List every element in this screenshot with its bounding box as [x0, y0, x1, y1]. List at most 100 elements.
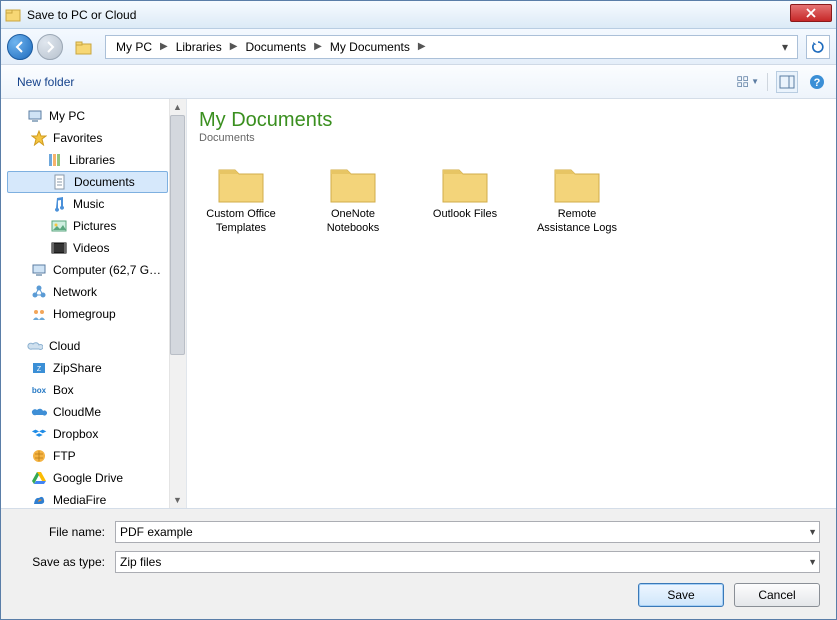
scrollbar-thumb[interactable]	[170, 115, 185, 355]
dropbox-icon	[31, 426, 47, 442]
chevron-down-icon: ▼	[751, 77, 759, 86]
folder-icon	[553, 162, 601, 204]
tree-label: Google Drive	[53, 471, 123, 485]
tree-item-ftp[interactable]: FTP	[5, 445, 186, 467]
svg-text:?: ?	[814, 77, 821, 89]
tree-label: Computer (62,7 GB free)	[53, 263, 163, 277]
tree-item-music[interactable]: Music	[5, 193, 186, 215]
save-dialog-window: Save to PC or Cloud My PC ▶ Libraries ▶ …	[0, 0, 837, 620]
tree-label: Pictures	[73, 219, 116, 233]
tree-item-cloudme[interactable]: CloudMe	[5, 401, 186, 423]
box-icon: box	[31, 382, 47, 398]
breadcrumb-dropdown[interactable]: ▾	[777, 40, 793, 54]
tree-label: MediaFire	[53, 493, 106, 507]
titlebar: Save to PC or Cloud	[1, 1, 836, 29]
tree-item-homegroup[interactable]: Homegroup	[5, 303, 186, 325]
help-icon: ?	[809, 74, 825, 90]
scroll-up-icon[interactable]: ▲	[169, 99, 186, 115]
dialog-footer: File name: PDF example ▼ Save as type: Z…	[1, 509, 836, 619]
chevron-right-icon: ▶	[228, 41, 240, 52]
app-icon	[5, 7, 21, 23]
new-folder-button[interactable]: New folder	[9, 71, 82, 93]
ftp-icon	[31, 448, 47, 464]
saveastype-select[interactable]: Zip files ▼	[115, 551, 820, 573]
filename-row: File name: PDF example ▼	[17, 521, 820, 543]
help-button[interactable]: ?	[806, 71, 828, 93]
tree-item-favorites[interactable]: Favorites	[5, 127, 186, 149]
breadcrumb-item[interactable]: Libraries	[170, 36, 228, 58]
tree-item-zipshare[interactable]: Z ZipShare	[5, 357, 186, 379]
tree-label: Cloud	[49, 339, 80, 353]
tree-item-mediafire[interactable]: MediaFire	[5, 489, 186, 508]
tree-label: Music	[73, 197, 104, 211]
folder-item[interactable]: Custom Office Templates	[199, 162, 283, 236]
document-icon	[52, 174, 68, 190]
tree-label: Documents	[74, 175, 135, 189]
tree-item-videos[interactable]: Videos	[5, 237, 186, 259]
folder-item[interactable]: Outlook Files	[423, 162, 507, 236]
breadcrumb-item[interactable]: Documents	[239, 36, 312, 58]
zipshare-icon: Z	[31, 360, 47, 376]
refresh-icon	[811, 40, 825, 54]
computer-icon	[27, 108, 43, 124]
tree-item-computer[interactable]: Computer (62,7 GB free)	[5, 259, 186, 281]
preview-pane-icon	[779, 75, 795, 89]
tree-item-network[interactable]: Network	[5, 281, 186, 303]
location-subheading: Documents	[199, 132, 824, 144]
breadcrumb-item[interactable]: My PC	[110, 36, 158, 58]
chevron-down-icon[interactable]: ▼	[808, 557, 817, 567]
breadcrumb-item[interactable]: My Documents	[324, 36, 416, 58]
tree-label: My PC	[49, 109, 85, 123]
dialog-buttons: Save Cancel	[17, 583, 820, 607]
homegroup-icon	[31, 306, 47, 322]
cancel-button[interactable]: Cancel	[734, 583, 820, 607]
music-icon	[51, 196, 67, 212]
folder-label: Custom Office Templates	[199, 208, 283, 236]
folder-item[interactable]: Remote Assistance Logs	[535, 162, 619, 236]
saveastype-label: Save as type:	[17, 555, 115, 569]
folder-icon	[217, 162, 265, 204]
tree-item-libraries[interactable]: Libraries	[5, 149, 186, 171]
close-button[interactable]	[790, 4, 832, 22]
folder-icon	[329, 162, 377, 204]
preview-pane-button[interactable]	[776, 71, 798, 93]
tree-item-pictures[interactable]: Pictures	[5, 215, 186, 237]
save-button[interactable]: Save	[638, 583, 724, 607]
folder-label: Outlook Files	[423, 208, 507, 222]
chevron-right-icon: ▶	[312, 41, 324, 52]
tree-label: Box	[53, 383, 74, 397]
scrollbar-track[interactable]: ▲ ▼	[169, 99, 186, 508]
view-thumbnails-icon	[737, 74, 749, 90]
refresh-button[interactable]	[806, 35, 830, 59]
dialog-body: My PC Favorites Libraries Documents Musi…	[1, 99, 836, 509]
up-folder-button[interactable]	[73, 36, 95, 58]
view-options-button[interactable]: ▼	[737, 71, 759, 93]
folder-item[interactable]: OneNote Notebooks	[311, 162, 395, 236]
tree-label: FTP	[53, 449, 76, 463]
filename-label: File name:	[17, 525, 115, 539]
tree-label: Libraries	[69, 153, 115, 167]
tree-item-box[interactable]: box Box	[5, 379, 186, 401]
cloud-icon	[27, 338, 43, 354]
tree-label: Favorites	[53, 131, 102, 145]
chevron-down-icon[interactable]: ▼	[808, 527, 817, 537]
tree-root-mypc[interactable]: My PC	[5, 105, 186, 127]
sidebar: My PC Favorites Libraries Documents Musi…	[1, 99, 187, 508]
computer-icon	[31, 262, 47, 278]
libraries-icon	[47, 152, 63, 168]
tree-item-documents[interactable]: Documents	[7, 171, 168, 193]
filename-input[interactable]: PDF example ▼	[115, 521, 820, 543]
tree-label: ZipShare	[53, 361, 102, 375]
tree-item-dropbox[interactable]: Dropbox	[5, 423, 186, 445]
tree-label: Videos	[73, 241, 109, 255]
scroll-down-icon[interactable]: ▼	[169, 492, 186, 508]
forward-button[interactable]	[37, 34, 63, 60]
tree-label: Network	[53, 285, 97, 299]
breadcrumb[interactable]: My PC ▶ Libraries ▶ Documents ▶ My Docum…	[105, 35, 798, 59]
mediafire-icon	[31, 492, 47, 508]
back-button[interactable]	[7, 34, 33, 60]
tree-item-googledrive[interactable]: Google Drive	[5, 467, 186, 489]
tree-label: CloudMe	[53, 405, 101, 419]
network-icon	[31, 284, 47, 300]
tree-root-cloud[interactable]: Cloud	[5, 335, 186, 357]
